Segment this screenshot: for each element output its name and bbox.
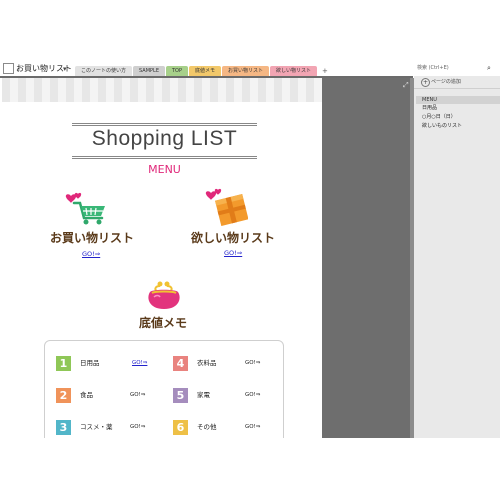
search-box[interactable]: 検索 (Ctrl+E) ⌕: [413, 64, 497, 73]
tab-wish-list[interactable]: 欲しい物リスト: [270, 66, 318, 76]
chevron-down-icon[interactable]: ▾: [63, 62, 67, 76]
page-list-pane: + ページの追加 MENU 日用品 ○月○日（日） 欲しいものリスト: [414, 76, 500, 438]
coin-purse-icon: [148, 281, 180, 309]
title-rule-top: [72, 123, 257, 124]
number-badge: 1: [56, 356, 71, 371]
other-go-link[interactable]: GO!⇒: [245, 420, 260, 435]
category-row-daily-goods: 1 日用品 GO!⇒: [56, 356, 166, 374]
category-row-other: 6 その他 GO!⇒: [173, 420, 281, 438]
tab-how-to-use[interactable]: このノートの使い方: [75, 66, 133, 76]
tab-shopping-list[interactable]: お買い物リスト: [222, 66, 270, 76]
page-item-menu[interactable]: MENU: [416, 96, 500, 104]
shopping-cart-icon: [65, 192, 105, 225]
food-go-link[interactable]: GO!⇒: [130, 388, 145, 403]
number-badge: 3: [56, 420, 71, 435]
search-icon[interactable]: ⌕: [487, 64, 491, 73]
title-rule-bottom-2: [72, 158, 257, 159]
category-row-cosmetics: 3 コスメ・薬 GO!⇒: [56, 420, 166, 438]
page-item-daily-goods[interactable]: 日用品: [422, 104, 437, 112]
category-label: 日用品: [80, 359, 100, 367]
cosmetics-go-link[interactable]: GO!⇒: [130, 420, 145, 435]
menu-heading: MENU: [148, 163, 181, 176]
category-list: 1 日用品 GO!⇒ 2 食品 GO!⇒ 3 コスメ・薬 GO!⇒ 4 衣料品 …: [44, 340, 284, 438]
expand-icon[interactable]: ⤢: [403, 81, 409, 89]
shopping-list-go-link[interactable]: GO!⇒: [82, 250, 100, 258]
appliances-go-link[interactable]: GO!⇒: [245, 388, 260, 403]
add-section-button[interactable]: +: [318, 66, 332, 76]
gift-box-icon: [205, 188, 248, 226]
plus-icon: +: [421, 78, 430, 87]
category-row-appliances: 5 家電 GO!⇒: [173, 388, 281, 406]
page-margin: [322, 78, 410, 438]
category-label: 食品: [80, 391, 93, 399]
onenote-window: お買い物リスト ▾ このノートの使い方 SAMPLE TOP 底値メモ お買い物…: [0, 62, 500, 438]
category-row-clothing: 4 衣料品 GO!⇒: [173, 356, 281, 374]
page-item-date[interactable]: ○月○日（日）: [422, 113, 456, 121]
notebook-icon: [3, 63, 14, 74]
page-item-wish-list[interactable]: 欲しいものリスト: [422, 122, 462, 130]
page-title: Shopping LIST: [91, 127, 238, 150]
clothing-go-link[interactable]: GO!⇒: [245, 356, 260, 371]
tab-sample[interactable]: SAMPLE: [133, 66, 165, 76]
number-badge: 2: [56, 388, 71, 403]
category-label: 家電: [197, 391, 210, 399]
wish-list-heading: 欲しい物リスト: [190, 231, 275, 245]
title-rule-bottom: [72, 156, 257, 157]
shopping-list-heading: お買い物リスト: [49, 231, 134, 245]
daily-goods-go-link[interactable]: GO!⇒: [132, 356, 147, 371]
page-canvas[interactable]: Shopping LIST MENU お買い物リスト GO!⇒ 欲しい物リスト …: [2, 78, 322, 438]
tab-lowest-price-memo[interactable]: 底値メモ: [189, 66, 222, 76]
section-tabs: このノートの使い方 SAMPLE TOP 底値メモ お買い物リスト 欲しい物リス…: [75, 66, 332, 76]
add-page-label: ページの追加: [431, 79, 461, 85]
header-stripe: [2, 78, 322, 102]
number-badge: 5: [173, 388, 188, 403]
number-badge: 4: [173, 356, 188, 371]
number-badge: 6: [173, 420, 188, 435]
lowest-price-memo-heading: 底値メモ: [138, 316, 187, 330]
wish-list-go-link[interactable]: GO!⇒: [224, 249, 242, 257]
search-input[interactable]: 検索 (Ctrl+E): [417, 64, 449, 73]
category-label: その他: [197, 423, 217, 431]
category-row-food: 2 食品 GO!⇒: [56, 388, 166, 406]
category-label: コスメ・薬: [80, 423, 113, 431]
tab-top[interactable]: TOP: [165, 66, 188, 76]
category-label: 衣料品: [197, 359, 217, 367]
add-page-button[interactable]: + ページの追加: [414, 76, 500, 89]
title-bar: お買い物リスト ▾ このノートの使い方 SAMPLE TOP 底値メモ お買い物…: [0, 62, 500, 76]
